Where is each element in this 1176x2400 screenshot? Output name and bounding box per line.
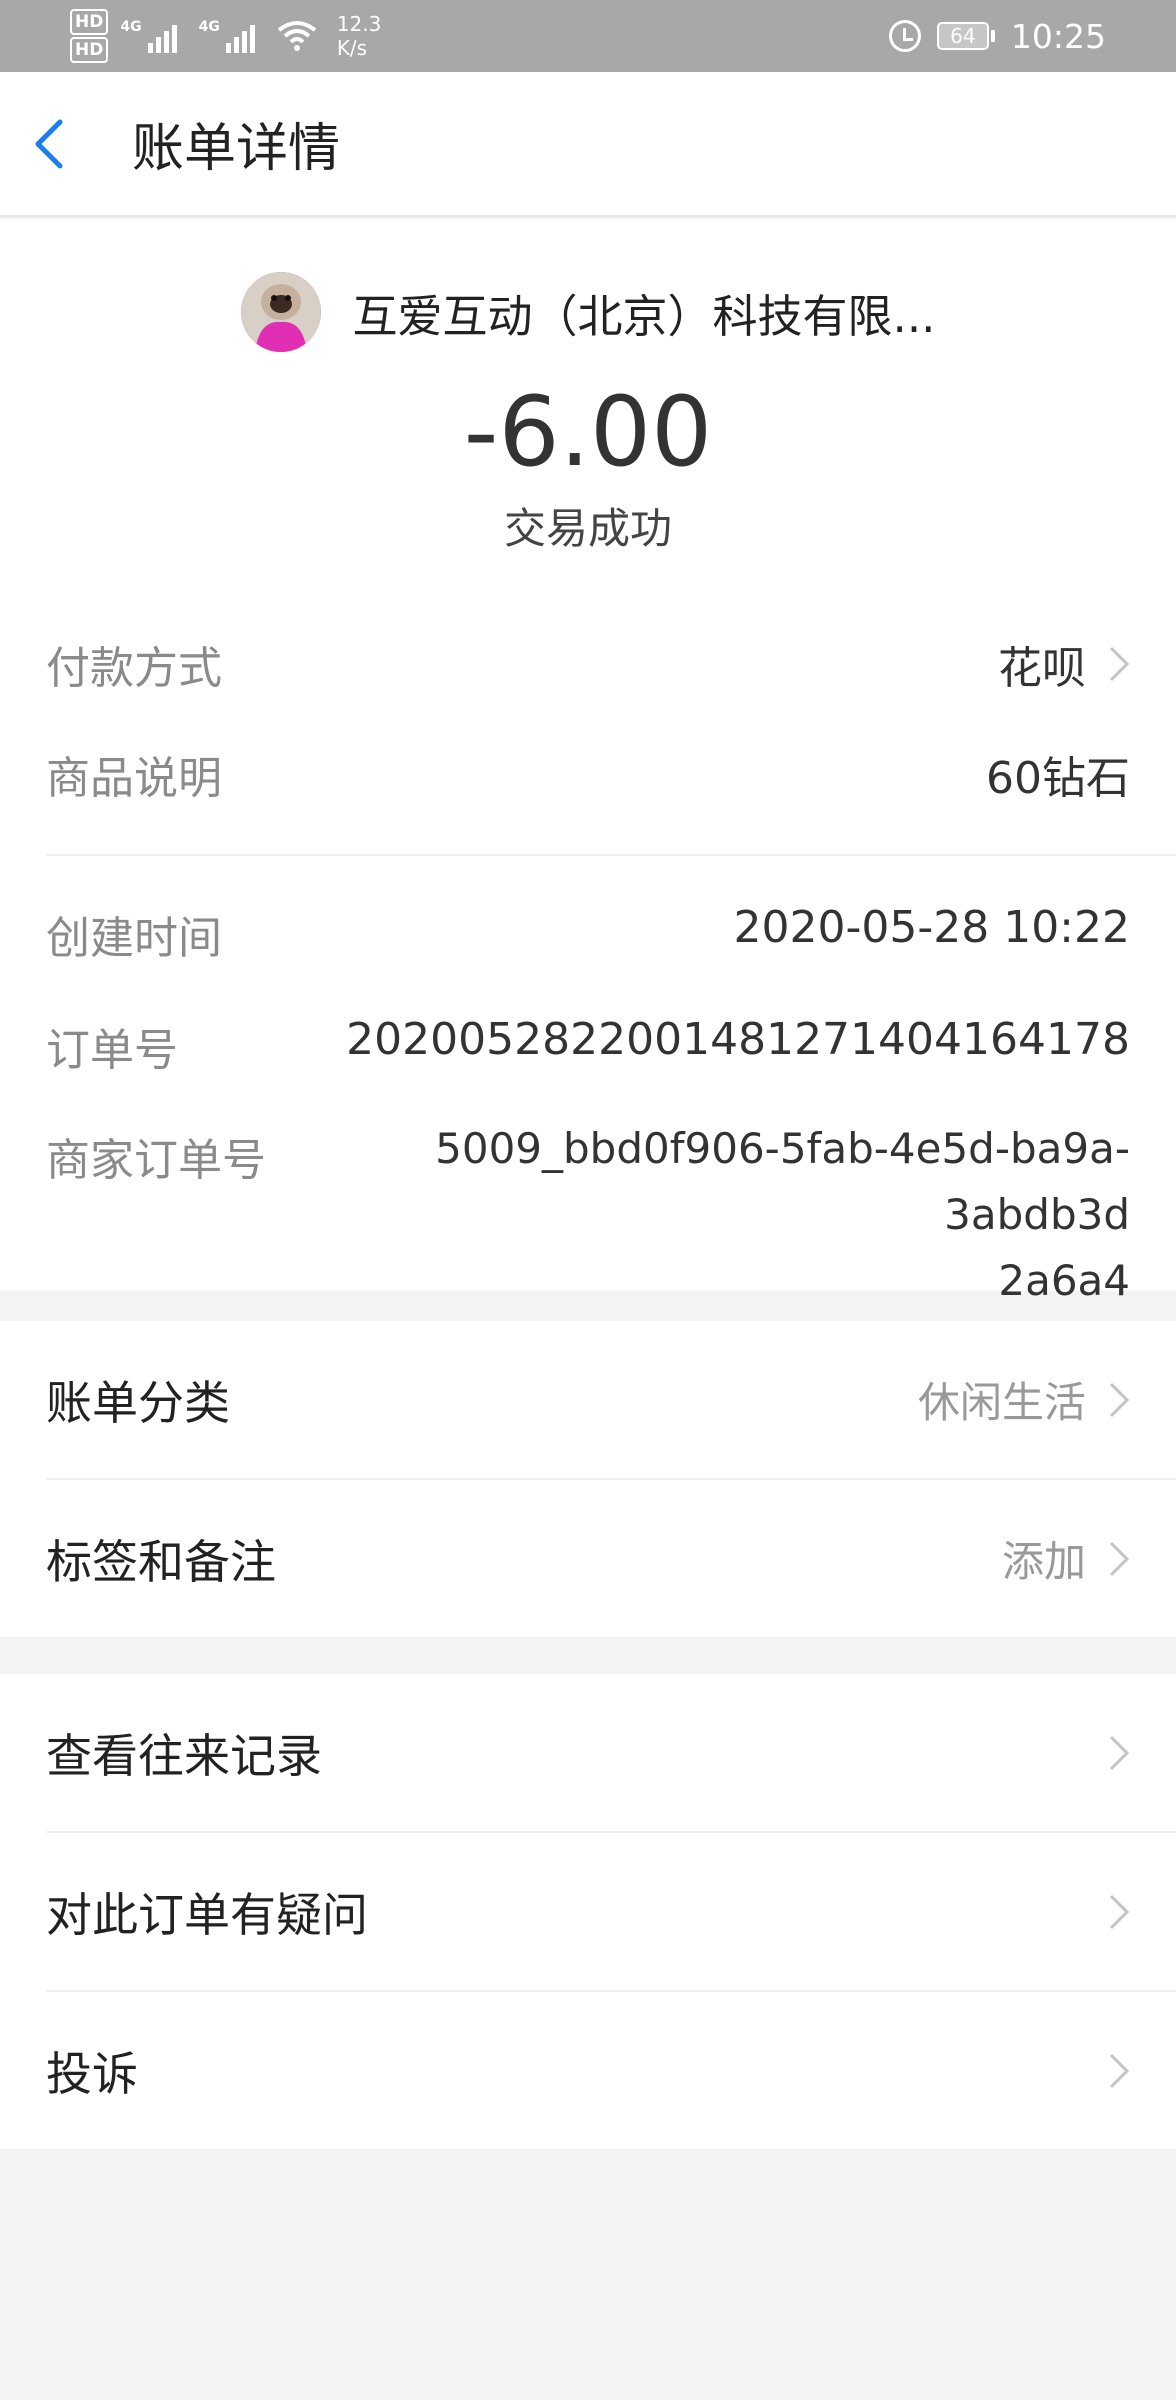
tags-notes-row[interactable]: 标签和备注 添加	[0, 1480, 1176, 1637]
transaction-amount: -6.00	[463, 376, 713, 488]
network-speed-unit: K/s	[336, 36, 368, 60]
network-type-1: 4G	[120, 19, 142, 35]
hd-indicator: HD HD	[70, 8, 109, 64]
merchant-avatar	[240, 272, 321, 352]
network-speed: 12.3 K/s	[337, 12, 382, 60]
chevron-right-icon	[1109, 1541, 1130, 1576]
created-time-value: 2020-05-28 10:22	[733, 902, 1131, 953]
battery-level: 64	[936, 22, 989, 50]
status-bar-left: HD HD 4G 4G 12.3 K/s	[70, 8, 381, 64]
bill-category-label: 账单分类	[46, 1375, 230, 1430]
nav-bar: 账单详情	[0, 72, 1176, 217]
chevron-right-icon	[1109, 1382, 1130, 1417]
complaint-label: 投诉	[46, 2046, 138, 2101]
actions-card: 查看往来记录 对此订单有疑问 投诉	[0, 1674, 1176, 2149]
bill-category-row[interactable]: 账单分类 休闲生活	[0, 1321, 1176, 1478]
order-number-row: 订单号 2020052822001481271404164178	[46, 1014, 1130, 1124]
merchant-order-label: 商家订单号	[46, 1135, 266, 1186]
order-question-label: 对此订单有疑问	[46, 1887, 368, 1942]
bill-category-value: 休闲生活	[917, 1378, 1086, 1427]
category-card: 账单分类 休闲生活 标签和备注 添加	[0, 1321, 1176, 1637]
view-history-row[interactable]: 查看往来记录	[0, 1674, 1176, 1831]
complaint-row[interactable]: 投诉	[0, 1992, 1176, 2149]
bill-detail-card: 互爱互动（北京）科技有限... -6.00 交易成功 付款方式 花呗 商品说明 …	[0, 219, 1176, 1305]
order-number-label: 订单号	[46, 1025, 178, 1076]
chevron-right-icon	[1109, 2053, 1130, 2088]
network-type-2: 4G	[198, 19, 220, 35]
chevron-right-icon	[1109, 646, 1130, 682]
alarm-icon	[888, 20, 921, 52]
status-bar: HD HD 4G 4G 12.3 K/s 64 10:25	[0, 0, 1176, 72]
hd-badge-2: HD	[70, 37, 109, 63]
product-row: 商品说明 60钻石	[46, 720, 1130, 828]
product-value: 60钻石	[986, 753, 1130, 804]
transaction-status: 交易成功	[503, 504, 672, 553]
chevron-right-icon	[1109, 1735, 1130, 1770]
tags-notes-label: 标签和备注	[46, 1534, 276, 1589]
status-bar-right: 64 10:25	[888, 16, 1106, 56]
clock: 10:25	[1010, 16, 1106, 56]
signal-icon-2: 4G	[199, 19, 255, 53]
divider	[46, 854, 1176, 856]
merchant-header[interactable]: 互爱互动（北京）科技有限...	[0, 219, 1176, 381]
order-question-row[interactable]: 对此订单有疑问	[0, 1833, 1176, 1990]
back-button[interactable]	[30, 71, 120, 216]
merchant-name: 互爱互动（北京）科技有限...	[352, 289, 936, 343]
payment-method-value: 花呗	[998, 643, 1086, 694]
payment-method-row[interactable]: 付款方式 花呗	[46, 608, 1130, 720]
view-history-label: 查看往来记录	[46, 1728, 322, 1783]
order-info-list: 创建时间 2020-05-28 10:22 订单号 20200528220014…	[0, 902, 1176, 1314]
order-number-value: 2020052822001481271404164178	[346, 1014, 1130, 1065]
created-time-label: 创建时间	[46, 913, 222, 964]
chevron-left-icon	[35, 119, 63, 168]
tags-notes-value: 添加	[1001, 1537, 1086, 1586]
page-title: 账单详情	[132, 119, 341, 179]
created-time-row: 创建时间 2020-05-28 10:22	[46, 902, 1130, 1014]
battery-icon: 64	[936, 22, 995, 50]
merchant-order-row: 商家订单号 5009_bbd0f906-5fab-4e5d-ba9a-3abdb…	[46, 1124, 1130, 1314]
network-speed-value: 12.3	[336, 12, 382, 36]
merchant-order-value-line1: 5009_bbd0f906-5fab-4e5d-ba9a-3abdb3d	[435, 1124, 1130, 1239]
product-label: 商品说明	[46, 753, 222, 804]
merchant-order-value-line2: 2a6a4	[998, 1256, 1130, 1305]
chevron-right-icon	[1109, 1894, 1130, 1929]
signal-icon-1: 4G	[120, 19, 177, 53]
wifi-icon	[277, 20, 317, 52]
detail-list: 付款方式 花呗 商品说明 60钻石	[0, 608, 1176, 828]
payment-method-label: 付款方式	[46, 643, 222, 694]
hd-badge-1: HD	[70, 9, 109, 35]
